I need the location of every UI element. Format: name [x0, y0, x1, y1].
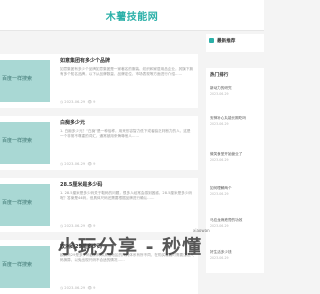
article-card[interactable]: 百度一样搜索 如意集团有多少个品牌 如意集团有多少个品牌如意集团是一家著名的服装…	[0, 54, 198, 108]
article-date: 2023-06-29	[64, 224, 86, 228]
hot-item-date: 2023-06-29	[210, 122, 229, 126]
watermark-subtext: xiaowan	[193, 228, 210, 233]
article-thumbnail[interactable]: 百度一样搜索	[0, 60, 50, 102]
site-header: 木薯技能网	[0, 0, 264, 31]
article-thumbnail[interactable]: 百度一样搜索	[0, 184, 50, 226]
article-meta: ◷ 2023-06-29 👁 9	[60, 100, 96, 104]
article-card[interactable]: 百度一样搜索 28.5厘米是多少码 1. 28.5厘米是多少码关于鞋码的问题，很…	[0, 178, 198, 232]
article-excerpt: 1. 28.5厘米是多少码关于鞋码的问题，很多人经常会感到困惑，28.5厘米是多…	[60, 191, 192, 200]
hot-item-title[interactable]: 微笑食堂开始营业了	[210, 152, 242, 156]
hot-widget: 热门排行 新动力的研究 2023-06-29 安神补心丸能长期吃吗 2023-06-…	[206, 68, 264, 273]
hot-item-date: 2023-06-29	[210, 256, 229, 260]
hot-item[interactable]: 安神补心丸能长期吃吗 2023-06-29	[210, 116, 262, 126]
article-date: 2023-06-29	[64, 286, 86, 290]
thumbnail-text: 百度一样搜索	[2, 262, 33, 268]
hot-title: 热门排行	[210, 73, 229, 78]
article-card[interactable]: 百度一样搜索 白痴多少元 1. 白痴多少元？“白痴”是一种俗称，用来形容智力低下…	[0, 116, 198, 170]
thumbnail-text: 百度一样搜索	[2, 76, 33, 82]
article-title[interactable]: 白痴多少元	[60, 119, 85, 126]
recommend-title: 最新推荐	[217, 39, 236, 44]
hot-item[interactable]: 微笑食堂开始营业了 2023-06-29	[210, 152, 262, 162]
thumbnail-text: 百度一样搜索	[2, 138, 33, 144]
hot-item-date: 2023-06-29	[210, 92, 229, 96]
hot-item-date: 2023-06-29	[210, 158, 229, 162]
hot-item-title[interactable]: 马应龙痔疮膏的功效	[210, 218, 242, 222]
article-thumbnail[interactable]: 百度一样搜索	[0, 246, 50, 288]
article-excerpt: 1. 白痴多少元？“白痴”是一种俗称，用来形容智力低下或者缺乏判断力的人，这是一…	[60, 129, 191, 138]
article-date: 2023-06-29	[64, 162, 86, 166]
article-thumbnail[interactable]: 百度一样搜索	[0, 122, 50, 164]
article-date: 2023-06-29	[64, 100, 86, 104]
recommend-widget: 最新推荐	[206, 34, 264, 52]
hot-item-title[interactable]: 安神补心丸能长期吃吗	[210, 116, 246, 120]
hot-item-date: 2023-06-29	[210, 192, 229, 196]
article-title[interactable]: 如意集团有多少个品牌	[60, 57, 110, 64]
hot-item[interactable]: 新动力的研究 2023-06-29	[210, 86, 262, 96]
thumbnail-text: 百度一样搜索	[2, 200, 33, 206]
article-excerpt: 如意集团有多少个品牌如意集团是一家著名的服装、纺织和家居用品企业，其旗下拥有多个…	[60, 67, 193, 76]
hot-item-date: 2023-06-29	[210, 224, 229, 228]
hot-item[interactable]: 马应龙痔疮膏的功效 2023-06-29	[210, 218, 262, 228]
hot-item-title[interactable]: 新动力的研究	[210, 86, 232, 90]
hot-item[interactable]: 如何理解两个 2023-06-29	[210, 186, 262, 196]
hot-item-title[interactable]: 如何理解两个	[210, 186, 232, 190]
article-title[interactable]: 28.5厘米是多少码	[60, 181, 102, 188]
hot-item-title[interactable]: 好生活多少钱	[210, 250, 232, 254]
recommend-icon	[209, 38, 214, 43]
article-views: 9	[93, 224, 96, 228]
article-views: 9	[93, 162, 96, 166]
article-meta: ◷ 2023-06-29 👁 9	[60, 286, 96, 290]
site-logo[interactable]: 木薯技能网	[0, 8, 264, 23]
article-views: 9	[93, 286, 96, 290]
article-views: 9	[93, 100, 96, 104]
article-meta: ◷ 2023-06-29 👁 9	[60, 162, 96, 166]
hot-item[interactable]: 好生活多少钱 2023-06-29	[210, 250, 262, 260]
watermark-text: 小玩分享 - 秒懂	[58, 236, 203, 258]
article-meta: ◷ 2023-06-29 👁 9	[60, 224, 96, 228]
